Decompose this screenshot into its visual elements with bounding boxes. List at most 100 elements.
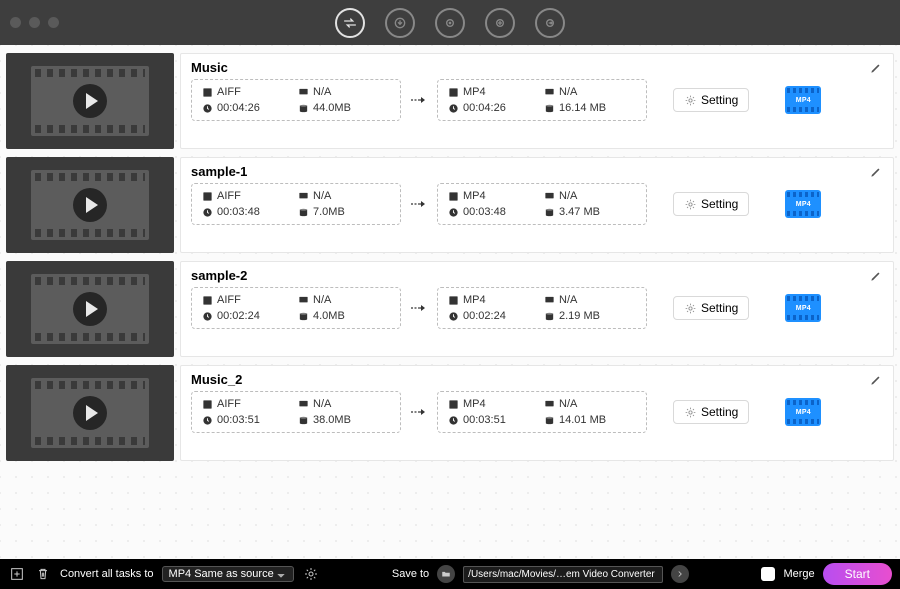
arrow-icon [407,407,431,417]
source-resolution: N/A [313,294,331,306]
output-format-chip[interactable]: MP4 [785,398,821,426]
task-row: Music_2 AIFF N/A 00:03:51 38.0MB MP4 N/A… [6,365,894,461]
source-size: 44.0MB [313,102,351,114]
target-info-box[interactable]: MP4 N/A 00:04:26 16.14 MB [437,79,647,121]
monitor-icon [298,295,309,306]
video-thumbnail[interactable] [6,261,174,357]
output-format-chip[interactable]: MP4 [785,86,821,114]
arrow-icon [407,199,431,209]
format-settings-button[interactable] [302,565,320,583]
source-info-box[interactable]: AIFF N/A 00:03:48 7.0MB [191,183,401,225]
traffic-zoom[interactable] [48,17,59,28]
gear-icon [684,406,697,419]
bottom-bar: Convert all tasks to MP4 Same as source … [0,559,900,589]
merge-checkbox[interactable] [761,567,775,581]
disk-icon [544,311,555,322]
edit-title-icon[interactable] [869,165,883,179]
film-icon [202,399,213,410]
source-size: 7.0MB [313,206,345,218]
clock-icon [448,207,459,218]
traffic-minimize[interactable] [29,17,40,28]
target-info-box[interactable]: MP4 N/A 00:03:48 3.47 MB [437,183,647,225]
merge-label: Merge [783,568,814,580]
source-info-box[interactable]: AIFF N/A 00:02:24 4.0MB [191,287,401,329]
task-row: sample-2 AIFF N/A 00:02:24 4.0MB MP4 N/A… [6,261,894,357]
source-info-box[interactable]: AIFF N/A 00:04:26 44.0MB [191,79,401,121]
toolbar-edit-icon[interactable] [435,8,465,38]
clock-icon [202,103,213,114]
folder-icon[interactable] [437,565,455,583]
setting-button[interactable]: Setting [673,296,749,320]
delete-task-button[interactable] [34,565,52,583]
monitor-icon [298,399,309,410]
play-icon [73,188,107,222]
add-task-button[interactable] [8,565,26,583]
task-card: sample-2 AIFF N/A 00:02:24 4.0MB MP4 N/A… [180,261,894,357]
source-format: AIFF [217,190,241,202]
target-resolution: N/A [559,86,577,98]
output-format-chip[interactable]: MP4 [785,190,821,218]
monitor-icon [298,191,309,202]
setting-label: Setting [701,405,738,419]
toolbar-export-icon[interactable] [535,8,565,38]
film-icon [202,295,213,306]
toolbar-center [0,8,900,38]
setting-button[interactable]: Setting [673,400,749,424]
toolbar-add-icon[interactable] [485,8,515,38]
setting-button[interactable]: Setting [673,88,749,112]
disk-icon [298,311,309,322]
output-format-chip-label: MP4 [796,97,811,104]
setting-label: Setting [701,93,738,107]
start-button[interactable]: Start [823,563,892,585]
setting-button[interactable]: Setting [673,192,749,216]
edit-title-icon[interactable] [869,373,883,387]
output-format-chip-label: MP4 [796,305,811,312]
source-duration: 00:04:26 [217,102,260,114]
task-card: Music AIFF N/A 00:04:26 44.0MB MP4 N/A 0… [180,53,894,149]
film-icon [202,87,213,98]
arrow-icon [407,303,431,313]
gear-icon [684,302,697,315]
film-icon [448,87,459,98]
setting-label: Setting [701,301,738,315]
gear-icon [684,94,697,107]
titlebar [0,0,900,45]
filmstrip-icon [31,170,149,240]
disk-icon [544,207,555,218]
task-row: sample-1 AIFF N/A 00:03:48 7.0MB MP4 N/A… [6,157,894,253]
target-duration: 00:02:24 [463,310,506,322]
target-size: 3.47 MB [559,206,600,218]
target-info-box[interactable]: MP4 N/A 00:02:24 2.19 MB [437,287,647,329]
task-list: Music AIFF N/A 00:04:26 44.0MB MP4 N/A 0… [0,45,900,559]
edit-title-icon[interactable] [869,61,883,75]
monitor-icon [544,399,555,410]
clock-icon [202,207,213,218]
target-format: MP4 [463,86,486,98]
monitor-icon [544,87,555,98]
traffic-close[interactable] [10,17,21,28]
source-resolution: N/A [313,86,331,98]
target-duration: 00:03:51 [463,414,506,426]
source-resolution: N/A [313,398,331,410]
target-size: 16.14 MB [559,102,606,114]
disk-icon [298,415,309,426]
source-info-box[interactable]: AIFF N/A 00:03:51 38.0MB [191,391,401,433]
toolbar-convert-icon[interactable] [335,8,365,38]
edit-title-icon[interactable] [869,269,883,283]
film-icon [448,191,459,202]
filmstrip-icon [31,378,149,448]
target-info-box[interactable]: MP4 N/A 00:03:51 14.01 MB [437,391,647,433]
video-thumbnail[interactable] [6,365,174,461]
output-format-chip[interactable]: MP4 [785,294,821,322]
save-path-field[interactable]: /Users/mac/Movies/…em Video Converter [463,566,663,583]
output-format-chip-label: MP4 [796,201,811,208]
monitor-icon [544,295,555,306]
toolbar-download-icon[interactable] [385,8,415,38]
output-format-select[interactable]: MP4 Same as source [162,566,294,582]
video-thumbnail[interactable] [6,53,174,149]
open-folder-button[interactable] [671,565,689,583]
task-title: sample-1 [191,164,247,179]
disk-icon [544,415,555,426]
source-duration: 00:03:51 [217,414,260,426]
video-thumbnail[interactable] [6,157,174,253]
